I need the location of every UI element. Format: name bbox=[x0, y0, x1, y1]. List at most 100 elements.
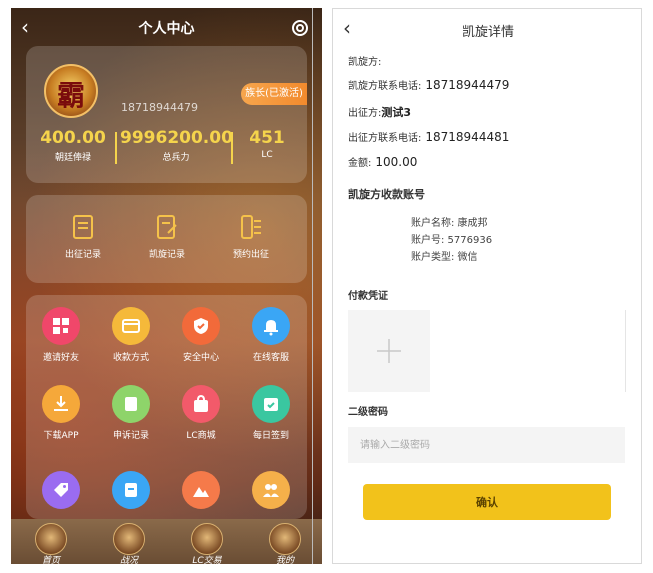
account-name: 账户名称: 康成邦 bbox=[411, 218, 488, 229]
account-section-title: 凯旋方收款账号 bbox=[348, 188, 425, 201]
download-app-button[interactable]: 下载APP bbox=[26, 385, 96, 441]
grid-label: 安全中心 bbox=[182, 353, 219, 363]
field-label: 出征方: bbox=[348, 108, 382, 119]
grid-label: 下载APP bbox=[43, 431, 79, 441]
upload-proof-button[interactable] bbox=[348, 310, 430, 392]
record-expedition[interactable]: 出征记录 bbox=[48, 215, 118, 260]
calendar-check-icon bbox=[252, 385, 290, 423]
field-value: 测试3 bbox=[381, 106, 412, 119]
record-reservation[interactable]: 预约出征 bbox=[216, 215, 286, 260]
grid-label: 在线客服 bbox=[252, 353, 289, 363]
kaixuan-party-row: 凯旋方: bbox=[348, 53, 385, 68]
page-title: 个人中心 bbox=[138, 21, 195, 37]
field-label: 金额: bbox=[348, 158, 372, 169]
stat-divider bbox=[115, 132, 117, 164]
battle-icon bbox=[113, 523, 145, 555]
kaixuan-phone-row: 凯旋方联系电话: 18718944479 bbox=[348, 77, 509, 92]
top-bar: ‹ 个人中心 bbox=[11, 8, 322, 46]
grid-label: LC商城 bbox=[186, 431, 216, 441]
account-number: 账户号: 5776936 bbox=[411, 235, 493, 246]
profile-card: 霸 18718944479 族长(已激活) 400.00 朝廷俸禄 999620… bbox=[26, 46, 307, 183]
plus-icon bbox=[377, 339, 401, 363]
users-icon bbox=[252, 471, 290, 509]
save-icon bbox=[112, 471, 150, 509]
grid-item-save[interactable] bbox=[96, 471, 166, 509]
confirm-button[interactable]: 确认 bbox=[363, 484, 611, 520]
stat-label: 总兵力 bbox=[162, 153, 190, 163]
invite-friends-button[interactable]: 邀请好友 bbox=[26, 307, 96, 363]
stat-divider bbox=[231, 132, 233, 164]
edit-document-icon bbox=[157, 215, 177, 239]
amount-row: 金额: 100.00 bbox=[348, 154, 417, 169]
grid-label: 每日签到 bbox=[252, 431, 289, 441]
nav-home[interactable]: 首页 bbox=[21, 523, 81, 564]
stat-lc: 451 LC bbox=[238, 128, 296, 160]
home-icon bbox=[35, 523, 67, 555]
record-label: 凯旋记录 bbox=[148, 250, 185, 260]
field-label: 凯旋方联系电话: bbox=[348, 81, 422, 92]
lc-mall-button[interactable]: LC商城 bbox=[166, 385, 236, 441]
grid-item-users[interactable] bbox=[236, 471, 306, 509]
divider bbox=[625, 310, 626, 392]
document-icon bbox=[73, 215, 93, 239]
profile-icon bbox=[269, 523, 301, 555]
security-center-button[interactable]: 安全中心 bbox=[166, 307, 236, 363]
secondary-password-input[interactable] bbox=[348, 427, 625, 463]
daily-checkin-button[interactable]: 每日签到 bbox=[236, 385, 306, 441]
stat-value: 451 bbox=[249, 128, 285, 148]
payment-proof-title: 付款凭证 bbox=[348, 291, 388, 302]
record-label: 预约出征 bbox=[232, 250, 269, 260]
feature-grid: 邀请好友 收款方式 安全中心 在线客服 下载APP 申诉记录 LC商城 每日签到 bbox=[26, 295, 307, 519]
appeal-record-button[interactable]: 申诉记录 bbox=[96, 385, 166, 441]
panel-border bbox=[312, 8, 313, 564]
personal-center-screen: ‹ 个人中心 霸 18718944479 族长(已激活) 400.00 朝廷俸禄… bbox=[11, 8, 322, 564]
nav-label: 首页 bbox=[41, 556, 60, 564]
shield-icon bbox=[182, 307, 220, 345]
bag-icon bbox=[182, 385, 220, 423]
stat-label: LC bbox=[261, 150, 273, 160]
record-icon bbox=[112, 385, 150, 423]
bottom-navigation: 首页 战况 LC交易 我的 bbox=[11, 519, 322, 564]
mountain-icon bbox=[182, 471, 220, 509]
field-label: 凯旋方: bbox=[348, 57, 382, 68]
records-card: 出征记录 凯旋记录 预约出征 bbox=[26, 195, 307, 283]
list-icon bbox=[241, 215, 261, 239]
field-value: 100.00 bbox=[375, 155, 418, 169]
triumph-detail-screen: ‹ 凯旋详情 凯旋方: 凯旋方联系电话: 18718944479 出征方:测试3 … bbox=[332, 8, 642, 564]
secondary-password-title: 二级密码 bbox=[348, 407, 388, 418]
grid-label: 收款方式 bbox=[112, 353, 149, 363]
grid-label: 邀请好友 bbox=[42, 353, 79, 363]
nav-label: 我的 bbox=[275, 556, 294, 564]
payment-method-button[interactable]: 收款方式 bbox=[96, 307, 166, 363]
record-label: 出征记录 bbox=[64, 250, 101, 260]
stat-value: 9996200.00 bbox=[120, 128, 233, 148]
status-badge: 族长(已激活) bbox=[241, 83, 307, 105]
record-triumph[interactable]: 凯旋记录 bbox=[132, 215, 202, 260]
stat-label: 朝廷俸禄 bbox=[54, 153, 91, 163]
online-service-button[interactable]: 在线客服 bbox=[236, 307, 306, 363]
nav-battle[interactable]: 战况 bbox=[99, 523, 159, 564]
grid-item-mountain[interactable] bbox=[166, 471, 236, 509]
grid-item-tag[interactable] bbox=[26, 471, 96, 509]
download-icon bbox=[42, 385, 80, 423]
field-value: 18718944481 bbox=[425, 130, 510, 144]
stat-troops: 9996200.00 总兵力 bbox=[120, 128, 233, 163]
avatar[interactable]: 霸 bbox=[44, 64, 98, 118]
chuzheng-phone-row: 出征方联系电话: 18718944481 bbox=[348, 129, 509, 144]
card-icon bbox=[112, 307, 150, 345]
nav-label: LC交易 bbox=[192, 556, 222, 564]
nav-label: 战况 bbox=[119, 556, 138, 564]
qrcode-icon bbox=[42, 307, 80, 345]
gear-icon[interactable] bbox=[290, 18, 310, 38]
user-phone: 18718944479 bbox=[121, 101, 198, 114]
avatar-text: 霸 bbox=[56, 79, 85, 112]
field-value: 18718944479 bbox=[425, 78, 510, 92]
stat-value: 400.00 bbox=[40, 128, 106, 148]
account-type: 账户类型: 微信 bbox=[411, 252, 478, 263]
bell-icon bbox=[252, 307, 290, 345]
nav-lc-trade[interactable]: LC交易 bbox=[177, 523, 237, 564]
page-title: 凯旋详情 bbox=[461, 25, 514, 40]
tag-icon bbox=[42, 471, 80, 509]
trade-icon bbox=[191, 523, 223, 555]
nav-mine[interactable]: 我的 bbox=[255, 523, 315, 564]
